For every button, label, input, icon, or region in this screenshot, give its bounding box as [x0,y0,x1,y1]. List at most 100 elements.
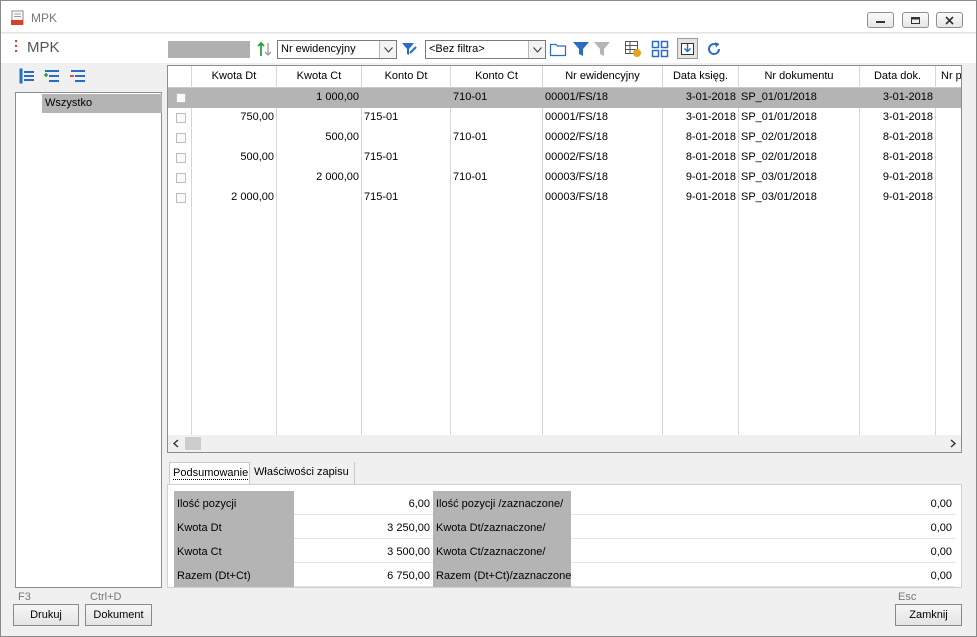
cell-kwota-ct [277,108,362,128]
search-box[interactable] [168,41,250,58]
header-toolbar: MPK Nr ewidencyjny <Bez filtra> [1,34,976,63]
table-header: Kwota Dt Kwota Ct Konto Dt Konto Ct Nr e… [168,66,961,88]
clear-filter-icon[interactable] [593,40,611,58]
cell-nr-ewidencyjny: 00002/FS/18 [545,151,608,163]
summary-value-selected: 0,00 [571,563,955,587]
close-icon [945,15,954,25]
tab-label: Właściwości zapisu [254,466,349,478]
print-shortcut-hint: F3 [18,591,31,603]
cell-konto-dt [362,128,451,148]
cell-data-dok: 8-01-2018 [882,151,933,163]
restore-button[interactable] [902,12,929,28]
cell-nr-dokumentu: SP_03/01/2018 [741,171,817,183]
column-settings-icon[interactable] [624,40,642,58]
document-button[interactable]: Dokument [85,604,152,626]
row-checkbox[interactable] [176,113,186,123]
table-row[interactable]: 500,00 715-01 00002/FS/18 8-01-2018 SP_0… [168,148,961,168]
summary-label-selected: Ilość pozycji /zaznaczone/ [433,491,571,515]
close-window-button[interactable] [936,12,963,28]
cell-konto-dt [362,88,451,108]
cell-nr-ewidencyjny: 00003/FS/18 [545,191,608,203]
row-checkbox[interactable] [176,193,186,203]
cell-nr-ewidencyjny: 00002/FS/18 [545,131,608,143]
column-header-data-ksieg[interactable]: Data księg. [663,66,739,88]
filter-value: <Bez filtra> [429,43,485,55]
export-icon[interactable] [677,38,698,59]
cell-konto-dt [362,168,451,188]
scroll-left-icon[interactable] [172,439,180,448]
cell-nr-dokumentu: SP_02/01/2018 [741,131,817,143]
column-header-nr-dokumentu[interactable]: Nr dokumentu [739,66,860,88]
column-header-nr-p[interactable]: Nr p [936,66,961,88]
summary-label: Razem (Dt+Ct) [174,563,294,587]
cell-nr-dokumentu: SP_01/01/2018 [741,91,817,103]
cell-kwota-ct: 2 000,00 [316,171,359,183]
print-button[interactable]: Drukuj [13,604,79,626]
expand-all-icon[interactable] [19,68,35,84]
summary-label-selected: Kwota Dt/zaznaczone/ [433,515,571,539]
column-header-konto-dt[interactable]: Konto Dt [362,66,451,88]
table-row[interactable]: 1 000,00 710-01 00001/FS/18 3-01-2018 SP… [168,88,961,108]
filter-edit-icon[interactable] [400,40,418,58]
summary-row: Razem (Dt+Ct) 6 750,00 Razem (Dt+Ct)/zaz… [174,563,957,587]
remove-node-icon[interactable] [69,68,87,84]
document-shortcut-hint: Ctrl+D [90,591,122,603]
folder-icon[interactable] [549,40,567,58]
summary-panel: Ilość pozycji 6,00 Ilość pozycji /zaznac… [167,484,962,588]
close-button[interactable]: Zamknij [895,604,962,626]
column-header-kwota-ct[interactable]: Kwota Ct [277,66,362,88]
row-checkbox[interactable] [176,173,186,183]
window-title: MPK [31,11,58,25]
chevron-down-icon [528,41,545,58]
table-row[interactable]: 2 000,00 710-01 00003/FS/18 9-01-2018 SP… [168,168,961,188]
tree-item-wszystko[interactable]: Wszystko [42,94,162,113]
cell-data-ksieg: 9-01-2018 [685,191,736,203]
column-header-kwota-dt[interactable]: Kwota Dt [192,66,277,88]
summary-value-selected: 0,00 [571,491,955,515]
tab-wlasciwosci-zapisu[interactable]: Właściwości zapisu [251,462,355,484]
refresh-icon[interactable] [705,40,723,58]
summary-label-selected: Kwota Ct/zaznaczone/ [433,539,571,563]
sort-field-select[interactable]: Nr ewidencyjny [277,40,397,59]
tab-podsumowanie[interactable]: Podsumowanie [169,462,250,484]
horizontal-scrollbar[interactable] [168,435,961,452]
column-header-nr-ewidencyjny[interactable]: Nr ewidencyjny [543,66,663,88]
table-row[interactable]: 500,00 710-01 00002/FS/18 8-01-2018 SP_0… [168,128,961,148]
cell-konto-dt: 715-01 [364,111,399,123]
row-checkbox[interactable] [176,93,186,103]
table-row[interactable]: 2 000,00 715-01 00003/FS/18 9-01-2018 SP… [168,188,961,208]
row-checkbox[interactable] [176,153,186,163]
column-header-data-dok[interactable]: Data dok. [860,66,936,88]
cell-data-dok: 9-01-2018 [882,191,933,203]
sort-direction-icon[interactable] [256,40,274,58]
close-shortcut-hint: Esc [898,591,917,603]
cell-konto-ct [451,148,543,168]
minimize-button[interactable] [867,12,894,28]
table-row[interactable]: 750,00 715-01 00001/FS/18 3-01-2018 SP_0… [168,108,961,128]
cell-konto-ct: 710-01 [453,171,488,183]
filter-select[interactable]: <Bez filtra> [425,40,546,59]
filter-icon[interactable] [572,40,590,58]
cell-kwota-dt [192,168,277,188]
minimize-icon [876,20,885,23]
row-checkbox[interactable] [176,133,186,143]
cell-kwota-ct: 500,00 [325,131,359,143]
entries-table: Kwota Dt Kwota Ct Konto Dt Konto Ct Nr e… [167,65,962,453]
menu-dots-icon[interactable] [15,40,18,56]
cell-konto-dt: 715-01 [364,151,399,163]
cell-kwota-ct: 1 000,00 [316,91,359,103]
cell-data-dok: 8-01-2018 [882,131,933,143]
summary-row: Kwota Ct 3 500,00 Kwota Ct/zaznaczone/ 0… [174,539,957,563]
cell-nr-dokumentu: SP_01/01/2018 [741,111,817,123]
header-checkbox-column [168,66,192,88]
column-header-konto-ct[interactable]: Konto Ct [451,66,543,88]
summary-label: Ilość pozycji [174,491,294,515]
cell-kwota-dt [192,128,277,148]
scroll-right-icon[interactable] [949,439,957,448]
cell-nr-dokumentu: SP_02/01/2018 [741,151,817,163]
cell-nr-ewidencyjny: 00003/FS/18 [545,171,608,183]
grid-view-icon[interactable] [651,40,669,58]
add-node-icon[interactable] [43,68,61,84]
scrollbar-thumb[interactable] [185,437,201,450]
cell-nr-ewidencyjny: 00001/FS/18 [545,91,608,103]
